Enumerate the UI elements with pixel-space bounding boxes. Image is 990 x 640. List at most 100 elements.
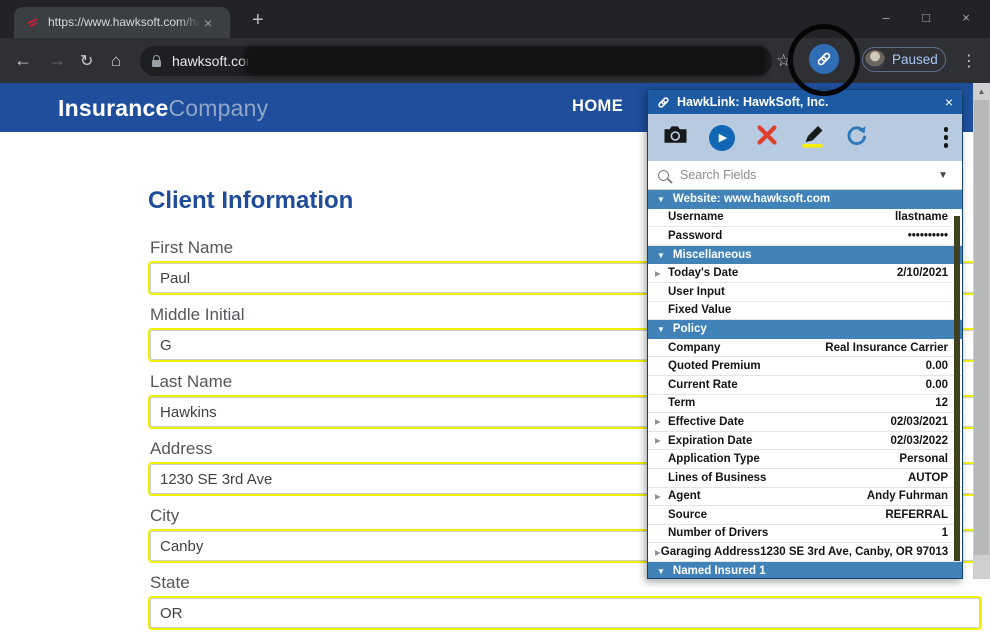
panel-field-row[interactable]: ▶Today's Date2/10/2021: [648, 264, 962, 283]
field-label: Expiration Date: [668, 435, 752, 447]
panel-field-row[interactable]: User Input: [648, 283, 962, 302]
chevron-down-icon[interactable]: ▼: [938, 170, 948, 181]
chain-link-icon: [816, 51, 832, 67]
field-value: 12: [695, 397, 948, 409]
panel-section-header[interactable]: ▼Named Insured 1: [648, 562, 962, 578]
highlight-button[interactable]: [799, 123, 825, 153]
panel-field-row[interactable]: ▶Effective Date02/03/2021: [648, 413, 962, 432]
redacted-url-blur: [248, 50, 763, 72]
field-value: Personal: [760, 453, 948, 465]
panel-field-row[interactable]: ▶AgentAndy Fuhrman: [648, 488, 962, 507]
section-label: Policy: [673, 323, 707, 335]
collapse-icon: ▼: [657, 325, 665, 334]
capture-button[interactable]: [662, 125, 689, 150]
field-label: Password: [668, 230, 722, 242]
panel-section-header[interactable]: ▼Website: www.hawksoft.com: [648, 190, 962, 209]
collapse-icon: ▼: [657, 251, 665, 260]
field-label: Company: [668, 342, 720, 354]
address-bar[interactable]: hawksoft.com/: [140, 46, 772, 76]
panel-field-row[interactable]: Application TypePersonal: [648, 450, 962, 469]
panel-toolbar: ▶: [648, 114, 962, 161]
expand-icon[interactable]: ▶: [655, 436, 668, 445]
panel-field-list: ▼Website: www.hawksoft.comUsernamellastn…: [648, 190, 962, 578]
camera-icon: [662, 125, 689, 145]
field-label: Effective Date: [668, 416, 744, 428]
panel-menu-button[interactable]: [944, 127, 949, 148]
expand-icon[interactable]: ▶: [655, 417, 668, 426]
scrollbar-thumb[interactable]: [974, 100, 989, 555]
chain-link-icon: [657, 96, 670, 109]
field-value: 2/10/2021: [738, 267, 948, 279]
field-value: REFERRAL: [707, 509, 948, 521]
panel-close-button[interactable]: ×: [945, 94, 953, 110]
field-label: Username: [668, 211, 724, 223]
panel-section-header[interactable]: ▼ Policy: [648, 320, 962, 339]
panel-field-row[interactable]: ▶Expiration Date02/03/2022: [648, 432, 962, 451]
hawklink-extension-button[interactable]: [809, 44, 839, 74]
bookmark-star-icon[interactable]: ☆: [776, 38, 791, 83]
field-value: AUTOP: [766, 472, 948, 484]
search-fields-input[interactable]: [678, 167, 938, 183]
field-value: 1230 SE 3rd Ave, Canby, OR 97013: [760, 546, 948, 558]
panel-field-row[interactable]: Usernamellastname: [648, 209, 962, 228]
delete-button[interactable]: [755, 123, 779, 152]
expand-icon[interactable]: ▶: [655, 269, 668, 278]
expand-icon[interactable]: ▶: [655, 492, 668, 501]
panel-field-row[interactable]: Current Rate0.00: [648, 376, 962, 395]
field-input-state[interactable]: [148, 596, 982, 630]
form-field-group: State: [148, 573, 968, 630]
panel-field-row[interactable]: Term12: [648, 395, 962, 414]
field-label: Lines of Business: [668, 472, 766, 484]
refresh-button[interactable]: [845, 124, 868, 152]
forward-button[interactable]: →: [48, 38, 66, 83]
tab-strip: https://www.hawksoft.com/hawk × + – □ ×: [0, 0, 990, 38]
section-label: Website: www.hawksoft.com: [673, 193, 830, 205]
panel-field-row[interactable]: Fixed Value: [648, 302, 962, 321]
field-value: 0.00: [761, 360, 948, 372]
panel-field-row[interactable]: Lines of BusinessAUTOP: [648, 469, 962, 488]
panel-field-row[interactable]: CompanyReal Insurance Carrier: [648, 339, 962, 358]
new-tab-button[interactable]: +: [252, 10, 264, 30]
field-label: Source: [668, 509, 707, 521]
nav-home-link[interactable]: HOME: [572, 97, 623, 116]
panel-section-header[interactable]: ▼Miscellaneous: [648, 246, 962, 265]
field-value: ••••••••••: [722, 230, 948, 242]
panel-search-bar: ▼: [648, 161, 962, 190]
panel-field-row[interactable]: Number of Drivers1: [648, 525, 962, 544]
brand-light: Company: [168, 95, 268, 121]
page-scrollbar[interactable]: ▲: [973, 83, 990, 579]
scroll-up-button[interactable]: ▲: [973, 83, 990, 99]
tab-close-button[interactable]: ×: [204, 16, 212, 30]
red-x-icon: [755, 123, 779, 147]
reload-button[interactable]: ↻: [80, 38, 93, 83]
panel-field-row[interactable]: Quoted Premium0.00: [648, 357, 962, 376]
field-value: 02/03/2022: [752, 435, 948, 447]
run-fill-button[interactable]: ▶: [709, 125, 735, 151]
play-icon: ▶: [719, 131, 727, 144]
panel-field-row[interactable]: SourceREFERRAL: [648, 506, 962, 525]
field-label: Fixed Value: [668, 304, 731, 316]
brand-logo[interactable]: InsuranceCompany: [58, 95, 268, 122]
field-label: User Input: [668, 286, 725, 298]
lock-icon: [152, 60, 161, 67]
field-label: Agent: [668, 490, 701, 502]
close-button[interactable]: ×: [946, 4, 986, 30]
field-label: Number of Drivers: [668, 527, 768, 539]
back-button[interactable]: ←: [14, 38, 32, 83]
maximize-button[interactable]: □: [906, 4, 946, 30]
field-label: Today's Date: [668, 267, 738, 279]
field-label: Quoted Premium: [668, 360, 761, 372]
panel-field-row[interactable]: Password••••••••••: [648, 227, 962, 246]
field-label: Term: [668, 397, 695, 409]
profile-button[interactable]: Paused: [862, 47, 946, 72]
minimize-button[interactable]: –: [866, 4, 906, 30]
hawksoft-favicon-icon: [25, 15, 40, 30]
field-value: llastname: [724, 211, 948, 223]
search-icon: [658, 170, 669, 181]
browser-menu-button[interactable]: ⋮: [961, 38, 977, 83]
panel-field-row[interactable]: ▶Garaging Address1230 SE 3rd Ave, Canby,…: [648, 543, 962, 562]
field-label: Current Rate: [668, 379, 738, 391]
panel-scrollbar-thumb[interactable]: [954, 216, 960, 561]
home-button[interactable]: ⌂: [111, 38, 121, 83]
browser-tab[interactable]: https://www.hawksoft.com/hawk ×: [14, 7, 230, 38]
